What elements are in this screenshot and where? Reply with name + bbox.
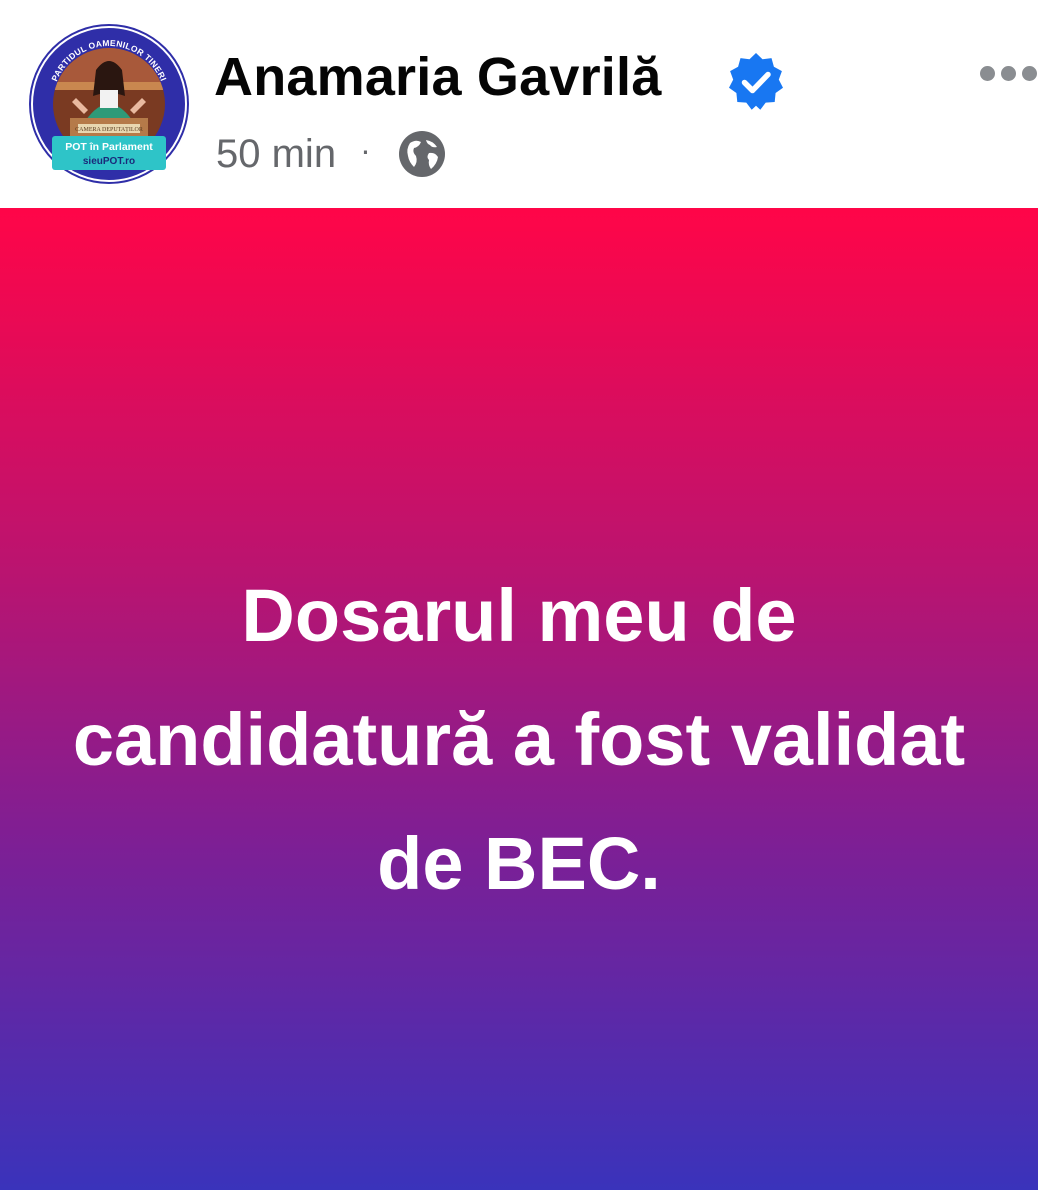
svg-text:sieuPOT.ro: sieuPOT.ro [83,156,135,167]
author-avatar[interactable]: CAMERA DEPUTAȚILOR PARTIDUL OAMENILOR TI… [26,24,192,184]
author-name[interactable]: Anamaria Gavrilă [214,46,661,108]
svg-text:CAMERA DEPUTAȚILOR: CAMERA DEPUTAȚILOR [75,127,143,133]
more-options-icon-dot [1001,65,1016,81]
post-header: CAMERA DEPUTAȚILOR PARTIDUL OAMENILOR TI… [0,0,1038,208]
more-options-icon-dot [1022,65,1037,81]
post-timestamp[interactable]: 50 min [216,132,336,177]
post-background-card: Dosarul meu de candidatură a fost valida… [0,208,1038,1190]
verified-badge-icon[interactable] [724,50,788,114]
svg-text:POT în Parlament: POT în Parlament [65,141,153,153]
more-options-button[interactable] [980,58,1038,88]
audience-public[interactable] [397,129,447,179]
meta-separator: · [360,131,371,168]
profile-photo-image: CAMERA DEPUTAȚILOR PARTIDUL OAMENILOR TI… [29,24,189,184]
globe-icon [398,131,445,177]
more-options-icon [980,65,995,81]
post-meta: 50 min · [216,126,447,182]
post-text: Dosarul meu de candidatură a fost valida… [72,574,966,905]
